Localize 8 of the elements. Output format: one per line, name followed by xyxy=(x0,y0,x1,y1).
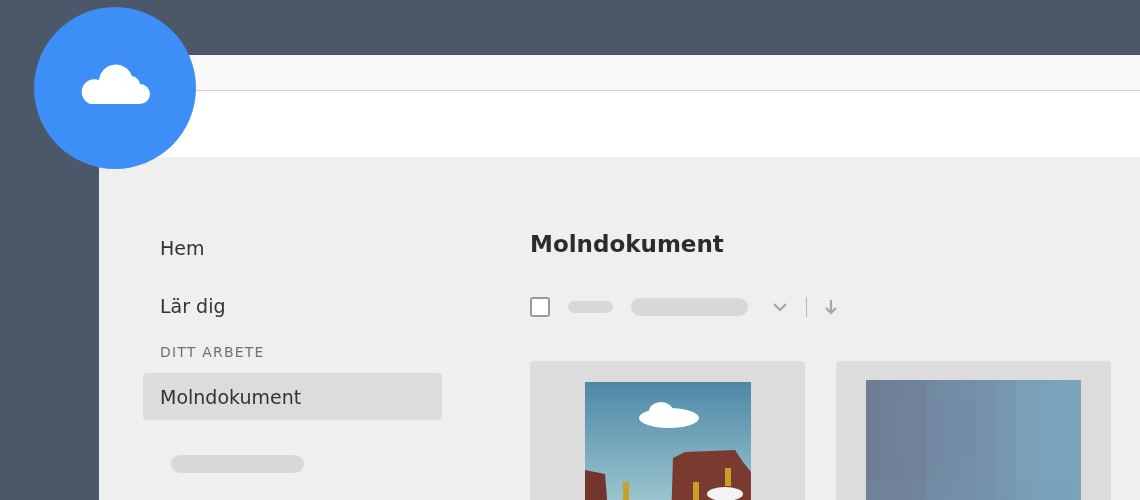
sidebar-item[interactable]: Hem xyxy=(143,224,442,271)
select-all-checkbox[interactable] xyxy=(530,297,550,317)
sidebar-item[interactable]: Molndokument xyxy=(143,373,442,420)
chevron-down-icon[interactable] xyxy=(772,302,788,312)
page-title: Molndokument xyxy=(530,230,725,259)
sidebar-item[interactable]: Lär dig xyxy=(143,282,442,329)
section-heading: DITT ARBETE xyxy=(159,344,266,360)
arrow-down-icon[interactable] xyxy=(825,299,837,315)
